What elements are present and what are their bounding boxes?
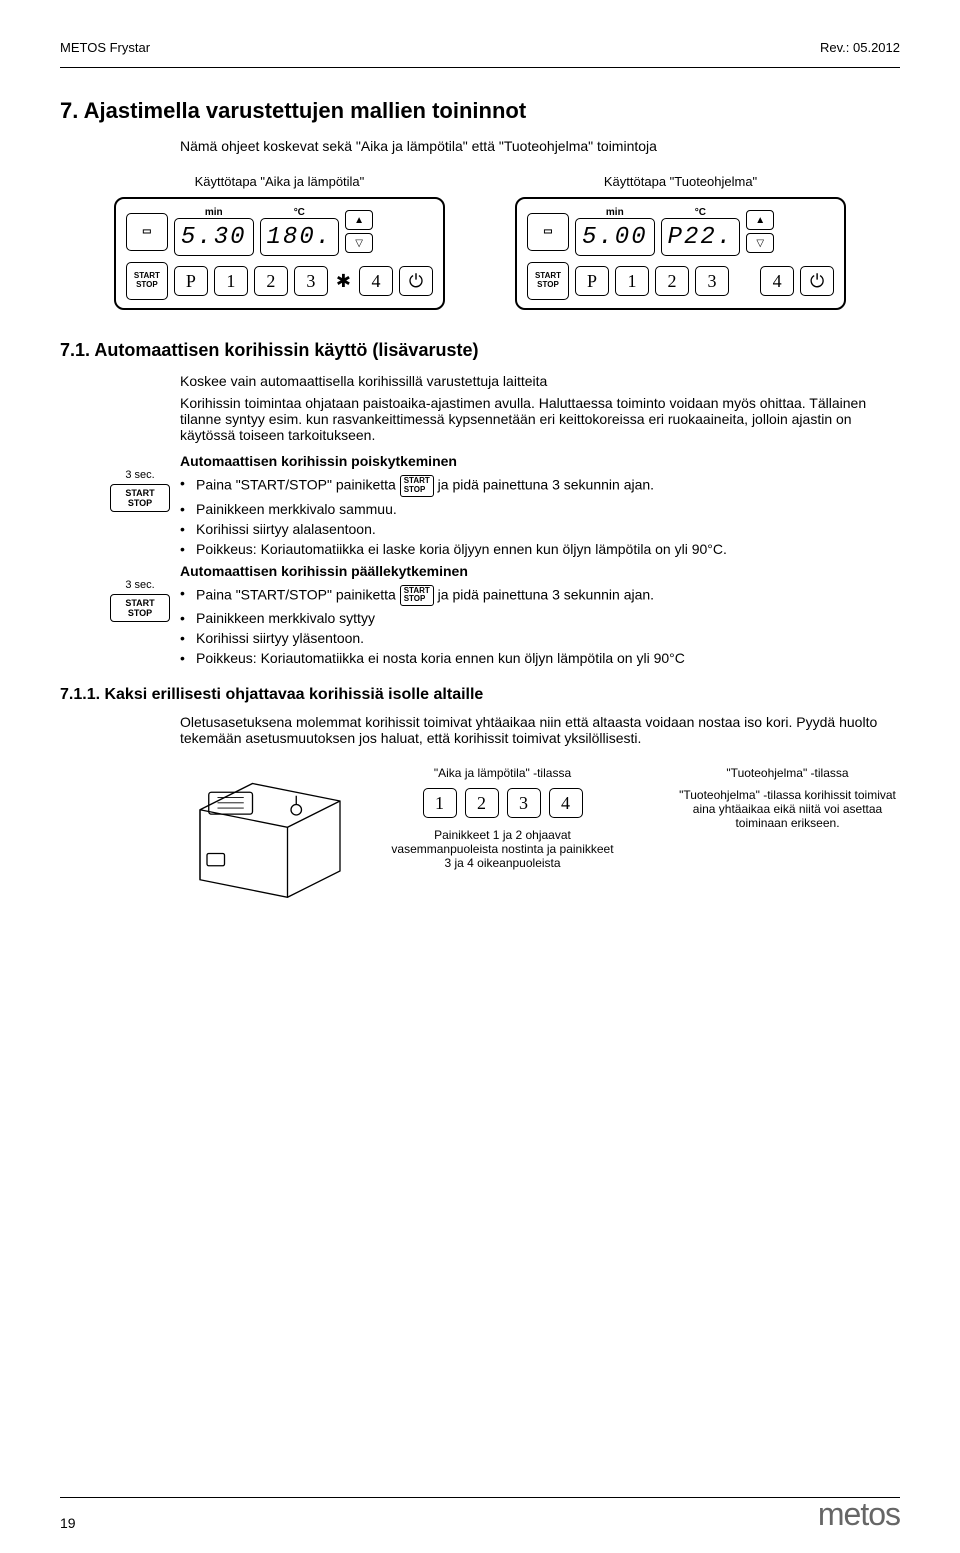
section-7-1-title: 7.1. Automaattisen korihissin käyttö (li… bbox=[60, 340, 900, 361]
mode-left-note: Painikkeet 1 ja 2 ohjaavat vasemmanpuole… bbox=[390, 828, 615, 870]
unit-min: min bbox=[601, 207, 629, 218]
panel1-caption: Käyttötapa "Aika ja lämpötila" bbox=[114, 174, 445, 189]
footer: 19 metos bbox=[60, 1496, 900, 1533]
mode-program: "Tuoteohjelma" -tilassa "Tuoteohjelma" -… bbox=[675, 766, 900, 870]
control-panel-1: ▭ min 5.30 °C 180. ▲ ▽ START STOP bbox=[114, 197, 445, 310]
mode-right-title: "Tuoteohjelma" -tilassa bbox=[675, 766, 900, 780]
p-button[interactable]: P bbox=[575, 266, 609, 296]
section-7-1-body: Koskee vain automaattisella korihissillä… bbox=[180, 373, 900, 666]
metos-logo: metos bbox=[818, 1496, 900, 1533]
off-step-3: Korihissi siirtyy alalasentoon. bbox=[180, 521, 900, 537]
fryer-illustration bbox=[180, 766, 360, 906]
mode-btn-1[interactable]: 1 bbox=[423, 788, 457, 818]
modes-row: "Aika ja lämpötila" -tilassa 1 2 3 4 Pai… bbox=[390, 766, 900, 870]
mode-right-note: "Tuoteohjelma" -tilassa korihissit toimi… bbox=[675, 788, 900, 830]
num-1-button[interactable]: 1 bbox=[214, 266, 248, 296]
lcd-time: 5.00 bbox=[575, 218, 655, 256]
start-stop-button[interactable]: START STOP bbox=[527, 262, 569, 300]
num-4-button[interactable]: 4 bbox=[359, 266, 393, 296]
mode-btn-2[interactable]: 2 bbox=[465, 788, 499, 818]
num-2-button[interactable]: 2 bbox=[254, 266, 288, 296]
on-step-4: Poikkeus: Koriautomatiikka ei nosta kori… bbox=[180, 650, 900, 666]
inline-start-stop-icon: START STOP bbox=[400, 475, 434, 497]
on-b1a: Paina "START/STOP" painiketta bbox=[196, 586, 400, 602]
p-button[interactable]: P bbox=[174, 266, 208, 296]
mode-time-temp: "Aika ja lämpötila" -tilassa 1 2 3 4 Pai… bbox=[390, 766, 615, 870]
on-b1b: ja pidä painettuna 3 sekunnin ajan. bbox=[438, 586, 654, 602]
header-left: METOS Frystar bbox=[60, 40, 150, 55]
unit-c: °C bbox=[285, 207, 313, 218]
section-7-1-1-title: 7.1.1. Kaksi erillisesti ohjattavaa kori… bbox=[60, 686, 900, 704]
start-stop-icon: START STOP bbox=[110, 484, 170, 512]
panel-program: Käyttötapa "Tuoteohjelma" ▭ min 5.00 °C … bbox=[515, 174, 846, 310]
arrow-down-icon[interactable]: ▽ bbox=[345, 233, 373, 253]
lcd-temp: 180. bbox=[260, 218, 340, 256]
num-3-button[interactable]: 3 bbox=[294, 266, 328, 296]
off-b1a: Paina "START/STOP" painiketta bbox=[196, 477, 400, 493]
off-indicator: 3 sec. START STOP bbox=[110, 469, 170, 512]
mode-btn-3[interactable]: 3 bbox=[507, 788, 541, 818]
off-time: 3 sec. bbox=[110, 469, 170, 481]
arrow-up-icon[interactable]: ▲ bbox=[345, 210, 373, 230]
start-stop-icon: START STOP bbox=[110, 594, 170, 622]
star-icon: ✱ bbox=[336, 271, 351, 292]
unit-min: min bbox=[200, 207, 228, 218]
divider bbox=[60, 67, 900, 68]
mode-btn-4[interactable]: 4 bbox=[549, 788, 583, 818]
on-step-1: Paina "START/STOP" painiketta START STOP… bbox=[180, 585, 900, 607]
page-title: 7. Ajastimella varustettujen mallien toi… bbox=[60, 98, 900, 124]
power-button[interactable]: ⏻ bbox=[399, 266, 433, 296]
section-7-1-1-body: Oletusasetuksena molemmat korihissit toi… bbox=[180, 714, 900, 746]
on-step-3: Korihissi siirtyy yläsentoon. bbox=[180, 630, 900, 646]
mode-left-title: "Aika ja lämpötila" -tilassa bbox=[390, 766, 615, 780]
header-right: Rev.: 05.2012 bbox=[820, 40, 900, 55]
off-b1b: ja pidä painettuna 3 sekunnin ajan. bbox=[438, 477, 654, 493]
off-step-1: Paina "START/STOP" painiketta START STOP… bbox=[180, 475, 900, 497]
num-3-button[interactable]: 3 bbox=[695, 266, 729, 296]
panel-time-temp: Käyttötapa "Aika ja lämpötila" ▭ min 5.3… bbox=[114, 174, 445, 310]
lcd-prog: P22. bbox=[661, 218, 741, 256]
unit-c: °C bbox=[686, 207, 714, 218]
num-2-button[interactable]: 2 bbox=[655, 266, 689, 296]
lcd-time: 5.30 bbox=[174, 218, 254, 256]
slot-icon: ▭ bbox=[126, 213, 168, 251]
num-4-button[interactable]: 4 bbox=[760, 266, 794, 296]
on-indicator: 3 sec. START STOP bbox=[110, 579, 170, 622]
off-step-4: Poikkeus: Koriautomatiikka ei laske kori… bbox=[180, 541, 900, 557]
start-stop-button[interactable]: START STOP bbox=[126, 262, 168, 300]
panel2-caption: Käyttötapa "Tuoteohjelma" bbox=[515, 174, 846, 189]
control-panel-2: ▭ min 5.00 °C P22. ▲ ▽ START STOP bbox=[515, 197, 846, 310]
page-number: 19 bbox=[60, 1515, 76, 1533]
panels-row: Käyttötapa "Aika ja lämpötila" ▭ min 5.3… bbox=[60, 174, 900, 310]
inline-start-stop-icon: START STOP bbox=[400, 585, 434, 607]
slot-icon: ▭ bbox=[527, 213, 569, 251]
sub2: Korihissin toimintaa ohjataan paistoaika… bbox=[180, 395, 900, 443]
off-step-2: Painikkeen merkkivalo sammuu. bbox=[180, 501, 900, 517]
on-group: Automaattisen korihissin päällekytkemine… bbox=[180, 563, 900, 667]
power-button[interactable]: ⏻ bbox=[800, 266, 834, 296]
sub1: Koskee vain automaattisella korihissillä… bbox=[180, 373, 900, 389]
off-title: Automaattisen korihissin poiskytkeminen bbox=[180, 453, 900, 469]
off-group: Automaattisen korihissin poiskytkeminen … bbox=[180, 453, 900, 557]
arrow-up-icon[interactable]: ▲ bbox=[746, 210, 774, 230]
on-step-2: Painikkeen merkkivalo syttyy bbox=[180, 610, 900, 626]
intro-text: Nämä ohjeet koskevat sekä "Aika ja lämpö… bbox=[180, 138, 900, 154]
arrow-down-icon[interactable]: ▽ bbox=[746, 233, 774, 253]
on-title: Automaattisen korihissin päällekytkemine… bbox=[180, 563, 900, 579]
on-time: 3 sec. bbox=[110, 579, 170, 591]
num-1-button[interactable]: 1 bbox=[615, 266, 649, 296]
lower-section: "Aika ja lämpötila" -tilassa 1 2 3 4 Pai… bbox=[180, 766, 900, 906]
